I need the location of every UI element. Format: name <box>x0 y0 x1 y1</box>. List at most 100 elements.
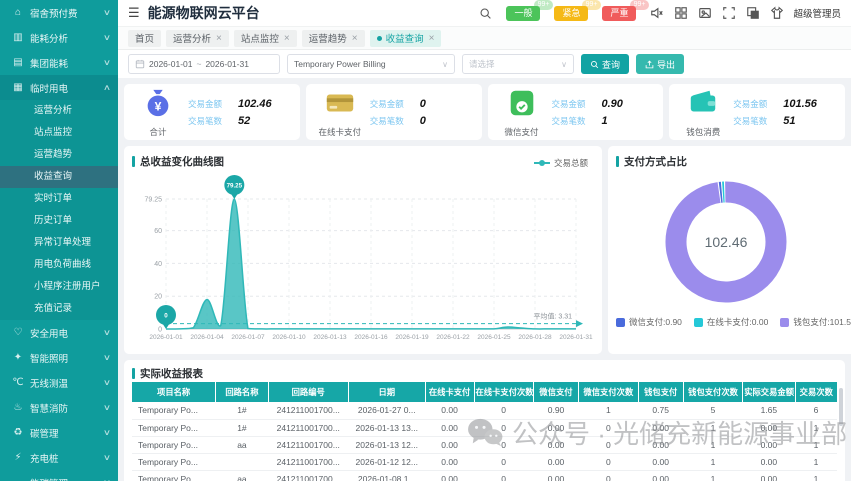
date-range-input[interactable]: 2026-01-01 ~ 2026-01-31 <box>128 54 280 74</box>
table-scrollbar[interactable] <box>839 388 843 426</box>
tab-站点监控[interactable]: 站点监控× <box>234 30 297 47</box>
svg-text:2026-01-22: 2026-01-22 <box>436 334 470 341</box>
close-icon[interactable]: × <box>352 33 358 44</box>
chart-legend[interactable]: 交易总额 <box>534 157 588 169</box>
sidebar-menu: ⌂宿舍预付费∨▥能耗分析∨▤集团能耗∨▦临时用电∧运营分析站点监控运营趋势收益查… <box>0 0 118 481</box>
table-cell: 0.00 <box>425 419 474 436</box>
table-cell: 1 <box>795 453 837 470</box>
svg-text:79.25: 79.25 <box>144 197 162 204</box>
svg-text:2026-01-01: 2026-01-01 <box>149 334 183 341</box>
legend-item-钱包支付[interactable]: 钱包支付:101.56 <box>780 316 851 328</box>
alarm-badge-紧急[interactable]: 紧急99+ <box>554 6 588 21</box>
table-cell: 6 <box>795 402 837 419</box>
chevron-down-icon: ∨ <box>442 60 448 69</box>
sidebar-item-label: 智慧消防 <box>30 401 68 415</box>
sidebar-item-充电桩[interactable]: ⚡充电桩∨ <box>0 445 118 470</box>
column-header-微信支付: 微信支付 <box>533 382 578 402</box>
alarm-badge-严重[interactable]: 严重99+ <box>602 6 636 21</box>
table-cell: aa <box>216 470 268 481</box>
table-cell: 2026-01-27 0... <box>348 402 425 419</box>
sidebar-item-碳管理[interactable]: ♻碳管理∨ <box>0 420 118 445</box>
table-cell <box>216 453 268 470</box>
home-icon: ⌂ <box>12 7 24 18</box>
chevron-down-icon: ∨ <box>103 8 111 17</box>
theme-icon[interactable] <box>769 6 784 21</box>
alarm-badge-一般[interactable]: 一般99+ <box>506 6 540 21</box>
table-cell: 2026-01-08 1... <box>348 470 425 481</box>
column-header-在线卡支付次数: 在线卡支付次数 <box>474 382 533 402</box>
close-icon[interactable]: × <box>284 33 290 44</box>
table-cell: 1 <box>683 470 742 481</box>
section-title: 实际收益报表 <box>132 364 837 382</box>
sidebar-subitem-异常订单处理[interactable]: 异常订单处理 <box>0 232 118 254</box>
sidebar-item-安全用电[interactable]: ♡安全用电∨ <box>0 320 118 345</box>
table-row[interactable]: Temporary Po...1#241211001700...2026-01-… <box>132 419 837 436</box>
menu-toggle-icon[interactable]: ☰ <box>128 5 140 21</box>
sidebar-item-智能照明[interactable]: ✦智能照明∨ <box>0 345 118 370</box>
column-header-项目名称: 项目名称 <box>132 382 216 402</box>
sidebar-subitem-小程序注册用户[interactable]: 小程序注册用户 <box>0 276 118 298</box>
query-button[interactable]: 查询 <box>581 54 629 74</box>
table-cell: 1 <box>795 436 837 453</box>
count-value: 0 <box>420 115 426 127</box>
layout-grid-icon[interactable] <box>673 6 688 21</box>
tab-运营分析[interactable]: 运营分析× <box>166 30 229 47</box>
column-header-回路名称: 回路名称 <box>216 382 268 402</box>
chevron-down-icon: ∨ <box>561 60 567 69</box>
current-user[interactable]: 超级管理员 <box>793 6 841 20</box>
sidebar-subitem-实时订单[interactable]: 实时订单 <box>0 188 118 210</box>
sidebar-item-无线测温[interactable]: ℃无线测温∨ <box>0 370 118 395</box>
table-row[interactable]: Temporary Po...aa241211001700...2026-01-… <box>132 436 837 453</box>
sidebar-item-智慧消防[interactable]: ♨智慧消防∨ <box>0 395 118 420</box>
sidebar-item-宿舍预付费[interactable]: ⌂宿舍预付费∨ <box>0 0 118 25</box>
search-icon[interactable] <box>478 6 493 21</box>
table-cell: 0.00 <box>425 470 474 481</box>
sidebar-item-能耗分析[interactable]: ▥能耗分析∨ <box>0 25 118 50</box>
sidebar-subitem-历史订单[interactable]: 历史订单 <box>0 210 118 232</box>
energy-carbon-icon: ☁ <box>12 477 24 481</box>
chart-icon: ▥ <box>12 32 24 43</box>
sidebar-subitem-收益查询[interactable]: 收益查询 <box>0 166 118 188</box>
column-header-在线卡支付: 在线卡支付 <box>425 382 474 402</box>
sidebar-item-临时用电[interactable]: ▦临时用电∧ <box>0 75 118 100</box>
sidebar-subitem-用电负荷曲线[interactable]: 用电负荷曲线 <box>0 254 118 276</box>
circuit-select[interactable]: 请选择 ∨ <box>462 54 574 74</box>
table-cell: 1 <box>683 436 742 453</box>
chevron-down-icon: ∨ <box>103 58 111 67</box>
sidebar-subitem-运营趋势[interactable]: 运营趋势 <box>0 144 118 166</box>
mute-icon[interactable] <box>649 6 664 21</box>
billing-type-select[interactable]: Temporary Power Billing ∨ <box>287 54 455 74</box>
sidebar-subitem-充值记录[interactable]: 充值记录 <box>0 298 118 320</box>
screenshot-icon[interactable] <box>697 6 712 21</box>
close-icon[interactable]: × <box>429 33 435 44</box>
card-name: 微信支付 <box>504 126 538 138</box>
export-button[interactable]: 导出 <box>636 54 684 74</box>
tab-运营趋势[interactable]: 运营趋势× <box>302 30 365 47</box>
legend-item-在线卡支付[interactable]: 在线卡支付:0.00 <box>694 316 768 328</box>
count-label: 交易笔数 <box>733 115 775 127</box>
tags-bar: 首页运营分析× 站点监控× 运营趋势× 收益查询× <box>118 26 851 50</box>
table-row[interactable]: Temporary Po...aa241211001700...2026-01-… <box>132 470 837 481</box>
tool-icons <box>649 6 784 21</box>
sidebar-subitem-运营分析[interactable]: 运营分析 <box>0 100 118 122</box>
table-header: 项目名称回路名称回路编号日期在线卡支付在线卡支付次数微信支付微信支付次数钱包支付… <box>132 382 837 402</box>
copy-icon[interactable] <box>745 6 760 21</box>
svg-text:2026-01-04: 2026-01-04 <box>190 334 224 341</box>
count-value: 51 <box>783 115 795 127</box>
close-icon[interactable]: × <box>216 33 222 44</box>
svg-text:40: 40 <box>154 261 162 268</box>
section-title: 支付方式占比 <box>616 151 851 171</box>
table-row[interactable]: Temporary Po...1#241211001700...2026-01-… <box>132 402 837 419</box>
table-row[interactable]: Temporary Po...241211001700...2026-01-12… <box>132 453 837 470</box>
legend-item-微信支付[interactable]: 微信支付:0.90 <box>616 316 682 328</box>
chevron-down-icon: ∨ <box>103 403 111 412</box>
sidebar-item-label: 无线测温 <box>30 376 68 390</box>
revenue-line-chart: 020406079.252026-01-012026-01-042026-01-… <box>132 171 594 347</box>
sidebar-item-集团能耗[interactable]: ▤集团能耗∨ <box>0 50 118 75</box>
sidebar-submenu: 运营分析站点监控运营趋势收益查询实时订单历史订单异常订单处理用电负荷曲线小程序注… <box>0 100 118 320</box>
sidebar-subitem-站点监控[interactable]: 站点监控 <box>0 122 118 144</box>
sidebar-item-能碳管理[interactable]: ☁能碳管理∨ <box>0 470 118 481</box>
tab-收益查询[interactable]: 收益查询× <box>370 30 442 47</box>
tab-首页[interactable]: 首页 <box>128 30 161 47</box>
fullscreen-icon[interactable] <box>721 6 736 21</box>
